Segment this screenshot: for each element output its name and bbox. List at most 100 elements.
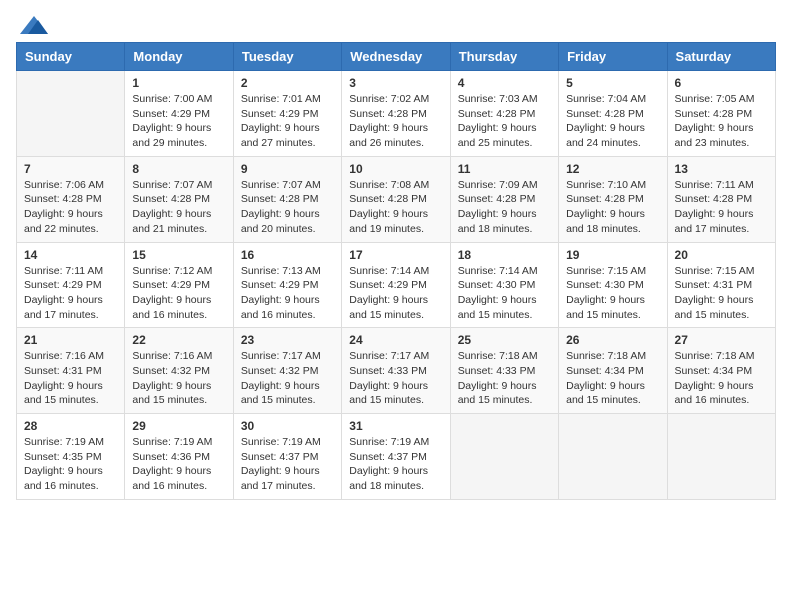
calendar-cell	[559, 414, 667, 500]
calendar-week-row: 14 Sunrise: 7:11 AM Sunset: 4:29 PM Dayli…	[17, 242, 776, 328]
day-number: 26	[566, 333, 659, 347]
calendar-cell: 22 Sunrise: 7:16 AM Sunset: 4:32 PM Dayli…	[125, 328, 233, 414]
day-info: Sunrise: 7:08 AM Sunset: 4:28 PM Dayligh…	[349, 178, 442, 237]
day-info: Sunrise: 7:18 AM Sunset: 4:34 PM Dayligh…	[566, 349, 659, 408]
calendar-cell	[667, 414, 775, 500]
day-number: 9	[241, 162, 334, 176]
day-number: 14	[24, 248, 117, 262]
day-number: 16	[241, 248, 334, 262]
day-number: 27	[675, 333, 768, 347]
calendar-cell	[450, 414, 558, 500]
day-number: 31	[349, 419, 442, 433]
calendar-week-row: 7 Sunrise: 7:06 AM Sunset: 4:28 PM Daylig…	[17, 156, 776, 242]
day-info: Sunrise: 7:14 AM Sunset: 4:29 PM Dayligh…	[349, 264, 442, 323]
day-number: 8	[132, 162, 225, 176]
calendar-cell: 18Sunrise: 7:14 AM Sunset: 4:30 PM Dayli…	[450, 242, 558, 328]
day-info: Sunrise: 7:19 AM Sunset: 4:36 PM Dayligh…	[132, 435, 225, 494]
day-number: 15	[132, 248, 225, 262]
day-number: 23	[241, 333, 334, 347]
calendar-cell: 20 Sunrise: 7:15 AM Sunset: 4:31 PM Dayli…	[667, 242, 775, 328]
calendar-cell: 14 Sunrise: 7:11 AM Sunset: 4:29 PM Dayli…	[17, 242, 125, 328]
day-number: 24	[349, 333, 442, 347]
day-number: 7	[24, 162, 117, 176]
day-of-week-header: Tuesday	[233, 43, 341, 71]
calendar-cell: 6 Sunrise: 7:05 AM Sunset: 4:28 PM Daylig…	[667, 71, 775, 157]
calendar-cell: 25 Sunrise: 7:18 AM Sunset: 4:33 PM Dayli…	[450, 328, 558, 414]
day-info: Sunrise: 7:03 AM Sunset: 4:28 PM Dayligh…	[458, 92, 551, 151]
day-info: Sunrise: 7:02 AM Sunset: 4:28 PM Dayligh…	[349, 92, 442, 151]
calendar-cell: 26 Sunrise: 7:18 AM Sunset: 4:34 PM Dayli…	[559, 328, 667, 414]
calendar-cell: 1Sunrise: 7:00 AM Sunset: 4:29 PM Daylig…	[125, 71, 233, 157]
day-info: Sunrise: 7:19 AM Sunset: 4:37 PM Dayligh…	[241, 435, 334, 494]
calendar-cell: 27 Sunrise: 7:18 AM Sunset: 4:34 PM Dayli…	[667, 328, 775, 414]
day-number: 25	[458, 333, 551, 347]
day-info: Sunrise: 7:10 AM Sunset: 4:28 PM Dayligh…	[566, 178, 659, 237]
calendar-cell: 21 Sunrise: 7:16 AM Sunset: 4:31 PM Dayli…	[17, 328, 125, 414]
day-of-week-header: Friday	[559, 43, 667, 71]
day-info: Sunrise: 7:12 AM Sunset: 4:29 PM Dayligh…	[132, 264, 225, 323]
calendar-cell: 19 Sunrise: 7:15 AM Sunset: 4:30 PM Dayli…	[559, 242, 667, 328]
day-of-week-header: Thursday	[450, 43, 558, 71]
day-number: 28	[24, 419, 117, 433]
day-number: 6	[675, 76, 768, 90]
day-number: 3	[349, 76, 442, 90]
calendar-cell: 29Sunrise: 7:19 AM Sunset: 4:36 PM Dayli…	[125, 414, 233, 500]
calendar-cell: 15 Sunrise: 7:12 AM Sunset: 4:29 PM Dayli…	[125, 242, 233, 328]
day-info: Sunrise: 7:13 AM Sunset: 4:29 PM Dayligh…	[241, 264, 334, 323]
day-number: 13	[675, 162, 768, 176]
day-info: Sunrise: 7:04 AM Sunset: 4:28 PM Dayligh…	[566, 92, 659, 151]
day-info: Sunrise: 7:07 AM Sunset: 4:28 PM Dayligh…	[132, 178, 225, 237]
day-info: Sunrise: 7:11 AM Sunset: 4:28 PM Dayligh…	[675, 178, 768, 237]
day-info: Sunrise: 7:11 AM Sunset: 4:29 PM Dayligh…	[24, 264, 117, 323]
day-number: 1	[132, 76, 225, 90]
day-info: Sunrise: 7:18 AM Sunset: 4:33 PM Dayligh…	[458, 349, 551, 408]
calendar-cell: 16 Sunrise: 7:13 AM Sunset: 4:29 PM Dayli…	[233, 242, 341, 328]
day-info: Sunrise: 7:16 AM Sunset: 4:32 PM Dayligh…	[132, 349, 225, 408]
day-number: 17	[349, 248, 442, 262]
calendar-cell: 5 Sunrise: 7:04 AM Sunset: 4:28 PM Daylig…	[559, 71, 667, 157]
day-info: Sunrise: 7:15 AM Sunset: 4:30 PM Dayligh…	[566, 264, 659, 323]
calendar-cell: 17 Sunrise: 7:14 AM Sunset: 4:29 PM Dayli…	[342, 242, 450, 328]
day-number: 30	[241, 419, 334, 433]
day-number: 2	[241, 76, 334, 90]
calendar-cell	[17, 71, 125, 157]
day-info: Sunrise: 7:19 AM Sunset: 4:37 PM Dayligh…	[349, 435, 442, 494]
day-of-week-header: Sunday	[17, 43, 125, 71]
calendar-cell: 13 Sunrise: 7:11 AM Sunset: 4:28 PM Dayli…	[667, 156, 775, 242]
day-info: Sunrise: 7:18 AM Sunset: 4:34 PM Dayligh…	[675, 349, 768, 408]
day-of-week-header: Saturday	[667, 43, 775, 71]
day-info: Sunrise: 7:05 AM Sunset: 4:28 PM Dayligh…	[675, 92, 768, 151]
calendar-cell: 30 Sunrise: 7:19 AM Sunset: 4:37 PM Dayli…	[233, 414, 341, 500]
logo-icon	[20, 16, 48, 34]
calendar-week-row: 28 Sunrise: 7:19 AM Sunset: 4:35 PM Dayli…	[17, 414, 776, 500]
day-info: Sunrise: 7:17 AM Sunset: 4:32 PM Dayligh…	[241, 349, 334, 408]
day-number: 22	[132, 333, 225, 347]
calendar-cell: 3 Sunrise: 7:02 AM Sunset: 4:28 PM Daylig…	[342, 71, 450, 157]
day-info: Sunrise: 7:19 AM Sunset: 4:35 PM Dayligh…	[24, 435, 117, 494]
day-info: Sunrise: 7:14 AM Sunset: 4:30 PM Dayligh…	[458, 264, 551, 323]
day-number: 10	[349, 162, 442, 176]
calendar-cell: 4 Sunrise: 7:03 AM Sunset: 4:28 PM Daylig…	[450, 71, 558, 157]
calendar-cell: 28 Sunrise: 7:19 AM Sunset: 4:35 PM Dayli…	[17, 414, 125, 500]
day-number: 19	[566, 248, 659, 262]
calendar-cell: 2Sunrise: 7:01 AM Sunset: 4:29 PM Daylig…	[233, 71, 341, 157]
calendar-week-row: 21 Sunrise: 7:16 AM Sunset: 4:31 PM Dayli…	[17, 328, 776, 414]
day-number: 4	[458, 76, 551, 90]
day-number: 5	[566, 76, 659, 90]
day-info: Sunrise: 7:09 AM Sunset: 4:28 PM Dayligh…	[458, 178, 551, 237]
calendar-cell: 9Sunrise: 7:07 AM Sunset: 4:28 PM Daylig…	[233, 156, 341, 242]
logo	[16, 16, 48, 34]
calendar-header: SundayMondayTuesdayWednesdayThursdayFrid…	[17, 43, 776, 71]
day-number: 12	[566, 162, 659, 176]
day-info: Sunrise: 7:06 AM Sunset: 4:28 PM Dayligh…	[24, 178, 117, 237]
calendar-cell: 8 Sunrise: 7:07 AM Sunset: 4:28 PM Daylig…	[125, 156, 233, 242]
calendar-cell: 10 Sunrise: 7:08 AM Sunset: 4:28 PM Dayli…	[342, 156, 450, 242]
day-number: 20	[675, 248, 768, 262]
calendar-cell: 11 Sunrise: 7:09 AM Sunset: 4:28 PM Dayli…	[450, 156, 558, 242]
day-of-week-header: Monday	[125, 43, 233, 71]
page-header	[16, 16, 776, 34]
day-info: Sunrise: 7:15 AM Sunset: 4:31 PM Dayligh…	[675, 264, 768, 323]
day-info: Sunrise: 7:16 AM Sunset: 4:31 PM Dayligh…	[24, 349, 117, 408]
day-number: 21	[24, 333, 117, 347]
day-number: 11	[458, 162, 551, 176]
